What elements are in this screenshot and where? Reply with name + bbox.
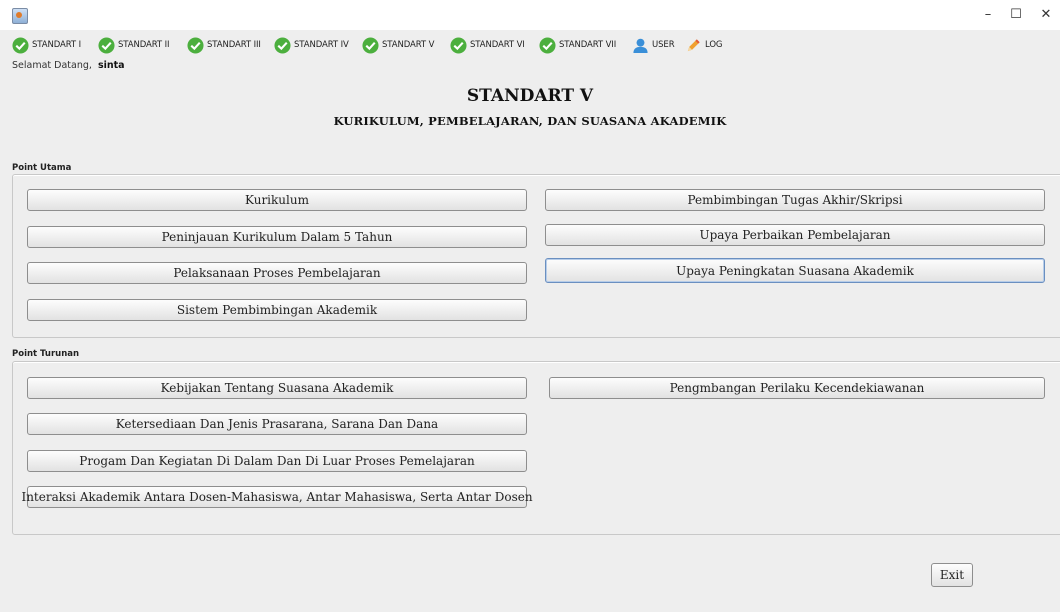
close-button[interactable]: ✕ bbox=[1034, 6, 1058, 24]
btn-upaya-peningkatan[interactable]: Upaya Peningkatan Suasana Akademik bbox=[545, 258, 1045, 283]
maximize-button[interactable]: ☐ bbox=[1004, 6, 1028, 24]
menu-label: LOG bbox=[705, 40, 723, 50]
btn-kebijakan-suasana[interactable]: Kebijakan Tentang Suasana Akademik bbox=[27, 377, 527, 399]
menu-label: STANDART I bbox=[32, 40, 81, 50]
menu-bar: STANDART I STANDART II STANDART III STAN… bbox=[0, 35, 1060, 55]
menu-standart-7[interactable]: STANDART VII bbox=[539, 35, 616, 55]
check-icon bbox=[539, 36, 556, 54]
page-title: STANDART V bbox=[466, 86, 594, 106]
user-icon bbox=[633, 38, 648, 53]
menu-label: STANDART IV bbox=[294, 40, 349, 50]
btn-interaksi-akademik[interactable]: Interaksi Akademik Antara Dosen-Mahasisw… bbox=[21, 486, 533, 508]
menu-standart-2[interactable]: STANDART II bbox=[98, 35, 170, 55]
menu-standart-4[interactable]: STANDART IV bbox=[274, 35, 349, 55]
pencil-icon bbox=[687, 38, 700, 51]
menu-standart-1[interactable]: STANDART I bbox=[12, 35, 81, 55]
minimize-button[interactable]: – bbox=[976, 6, 1000, 24]
java-app-icon bbox=[12, 8, 28, 24]
menu-standart-3[interactable]: STANDART III bbox=[187, 35, 261, 55]
btn-peninjauan-kurikulum[interactable]: Peninjauan Kurikulum Dalam 5 Tahun bbox=[27, 226, 527, 248]
btn-sistem-pembimbingan[interactable]: Sistem Pembimbingan Akademik bbox=[27, 299, 527, 321]
menu-standart-6[interactable]: STANDART VI bbox=[450, 35, 525, 55]
menu-label: STANDART II bbox=[118, 40, 170, 50]
btn-ketersediaan-prasarana[interactable]: Ketersediaan Dan Jenis Prasarana, Sarana… bbox=[27, 413, 527, 435]
menu-log[interactable]: LOG bbox=[685, 35, 723, 55]
welcome-text: Selamat Datang, bbox=[12, 60, 92, 71]
check-icon bbox=[450, 36, 467, 54]
menu-label: STANDART VII bbox=[559, 40, 617, 50]
btn-pelaksanaan-proses[interactable]: Pelaksanaan Proses Pembelajaran bbox=[27, 262, 527, 284]
btn-upaya-perbaikan[interactable]: Upaya Perbaikan Pembelajaran bbox=[545, 224, 1045, 246]
menu-label: STANDART VI bbox=[470, 40, 525, 50]
page-subtitle: KURIKULUM, PEMBELAJARAN, DAN SUASANA AKA… bbox=[333, 114, 727, 128]
point-utama-label: Point Utama bbox=[12, 163, 72, 173]
btn-pengembangan-perilaku[interactable]: Pengmbangan Perilaku Kecendekiawanan bbox=[549, 377, 1045, 399]
exit-button[interactable]: Exit bbox=[931, 563, 973, 587]
btn-kurikulum[interactable]: Kurikulum bbox=[27, 189, 527, 211]
menu-user[interactable]: USER bbox=[632, 35, 675, 55]
btn-pembimbingan-tugas-akhir[interactable]: Pembimbingan Tugas Akhir/Skripsi bbox=[545, 189, 1045, 211]
check-icon bbox=[362, 36, 379, 54]
check-icon bbox=[12, 36, 29, 54]
title-bar: – ☐ ✕ bbox=[0, 0, 1060, 30]
check-icon bbox=[274, 36, 291, 54]
point-turunan-label: Point Turunan bbox=[12, 349, 80, 359]
menu-label: USER bbox=[652, 40, 675, 50]
check-icon bbox=[187, 36, 204, 54]
menu-label: STANDART V bbox=[382, 40, 435, 50]
check-icon bbox=[98, 36, 115, 54]
welcome-message: Selamat Datang, sinta bbox=[12, 60, 125, 71]
menu-label: STANDART III bbox=[207, 40, 261, 50]
username: sinta bbox=[97, 60, 125, 71]
menu-standart-5[interactable]: STANDART V bbox=[362, 35, 434, 55]
btn-progam-kegiatan[interactable]: Progam Dan Kegiatan Di Dalam Dan Di Luar… bbox=[27, 450, 527, 472]
